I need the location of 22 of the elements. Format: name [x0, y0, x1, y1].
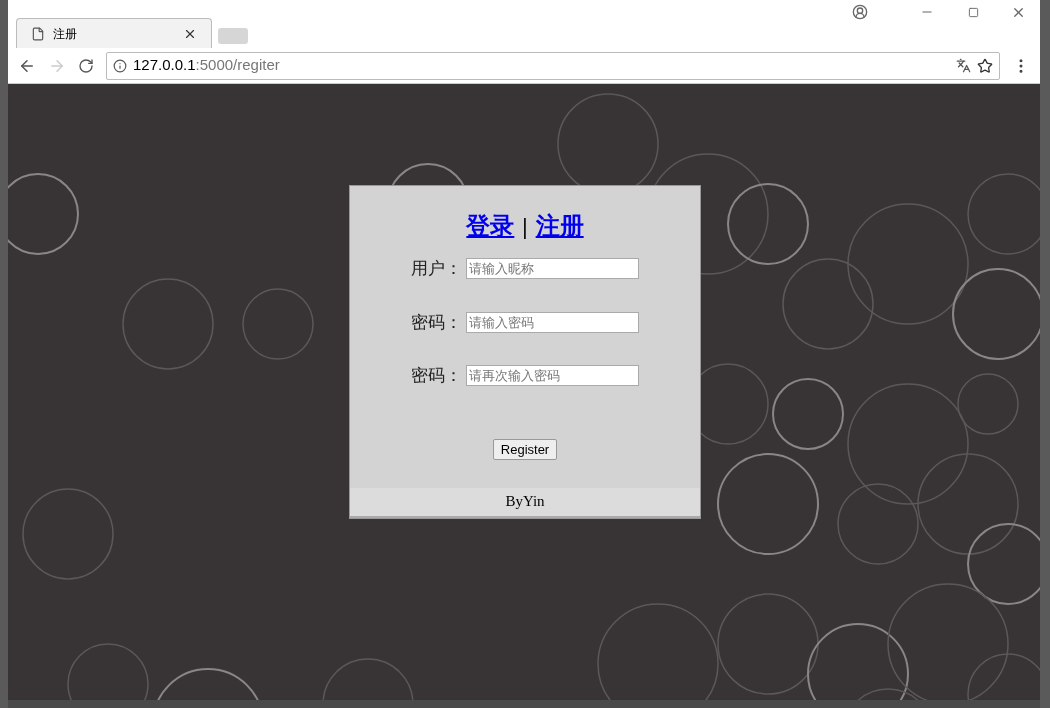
reload-icon[interactable]	[78, 57, 94, 74]
maximize-icon[interactable]	[968, 6, 979, 18]
url-text: 127.0.0.1:5000/regiter	[133, 55, 281, 76]
register-button[interactable]: Register	[492, 438, 558, 460]
info-icon	[113, 58, 127, 73]
page-icon	[31, 26, 45, 41]
separator-text: |	[522, 212, 528, 241]
bookmark-star-icon[interactable]	[977, 57, 993, 74]
register-link[interactable]: 注册	[535, 208, 584, 244]
input-field[interactable]: 请输入密码	[466, 311, 639, 333]
profile-icon[interactable]	[852, 4, 868, 20]
input-field[interactable]: 请输入昵称	[466, 258, 639, 280]
tab-title: 注册	[53, 25, 78, 43]
footer-text: ByYin	[505, 492, 545, 512]
browser-tab[interactable]: 注册	[16, 18, 212, 48]
input-field[interactable]: 请再次输入密码	[466, 365, 639, 387]
field-label: 密码：	[410, 365, 462, 387]
login-link[interactable]: 登录	[466, 208, 515, 244]
address-bar[interactable]: 127.0.0.1:5000/regiter	[106, 51, 1000, 80]
translate-icon[interactable]	[956, 58, 971, 73]
field-label: 用户：	[410, 258, 462, 280]
field-label: 密码：	[410, 311, 462, 334]
